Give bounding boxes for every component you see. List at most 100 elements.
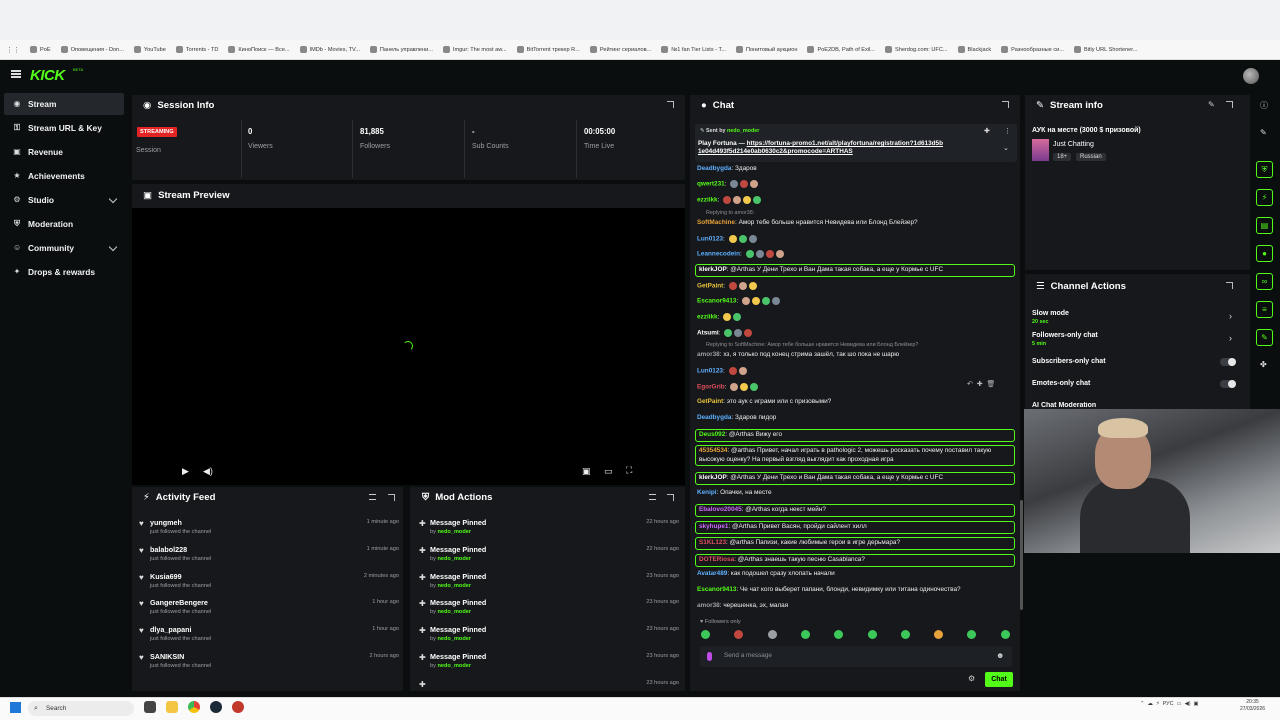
clipboard-icon[interactable]: ▤	[1256, 217, 1273, 234]
chat-message[interactable]: Lun0123:	[697, 235, 1015, 244]
chat-message[interactable]: SoftMachine: Амор тебе больше нравится Н…	[697, 219, 1015, 228]
task-view-icon[interactable]	[144, 701, 156, 713]
theater-icon[interactable]: ▭	[604, 466, 613, 477]
bookmark-item[interactable]: Панель управлени...	[369, 46, 433, 53]
follower-name[interactable]: yungmeh	[150, 518, 182, 527]
chat-message[interactable]: Atsumi:	[697, 329, 1015, 338]
more-icon[interactable]: ⋮	[1004, 127, 1011, 135]
chat-username[interactable]: GetPaint	[697, 398, 723, 405]
avatar[interactable]	[1243, 68, 1259, 84]
chat-scrollbar[interactable]	[1020, 500, 1023, 610]
chat-username[interactable]: amor38	[697, 351, 720, 358]
pin-icon[interactable]: ✚	[984, 127, 990, 135]
follower-name[interactable]: balabol228	[150, 545, 187, 554]
pinned-message[interactable]: ✎ Sent by nedo_moder Play Fortuna — http…	[695, 124, 1017, 162]
bookmark-item[interactable]: Imgur: The most aw...	[442, 46, 507, 53]
chat-message[interactable]: klerkJOP: @Arthas У Дени Трехо и Ван Дам…	[695, 472, 1015, 485]
bookmark-item[interactable]: КиноПоиск — Все...	[228, 46, 290, 53]
chevron-right-icon[interactable]: ›	[1229, 311, 1232, 321]
chat-message[interactable]: Deus092: @Arthas Вижу его	[695, 429, 1015, 442]
bookmark-item[interactable]: №1 fan Tier Lists - T...	[661, 46, 726, 53]
chat-username[interactable]: Deadbygda	[697, 414, 731, 421]
chat-input[interactable]: Send a message ☻	[700, 646, 1012, 667]
popout-icon[interactable]	[667, 101, 674, 108]
file-explorer-icon[interactable]	[166, 701, 178, 713]
fullscreen-icon[interactable]: ⛶	[626, 465, 632, 476]
emoji-icon[interactable]: ☻	[996, 651, 1004, 660]
volume-icon[interactable]: ◀)	[203, 466, 213, 477]
send-chat-button[interactable]: Chat	[985, 672, 1013, 687]
pip-icon[interactable]: ▣	[582, 466, 591, 477]
chat-username[interactable]: ezziikk	[697, 197, 718, 204]
chat-username[interactable]: qwert231	[697, 181, 725, 188]
sidebar-item-revenue[interactable]: ▣ Revenue	[4, 141, 124, 163]
chat-message[interactable]: Lun0123:	[697, 367, 1015, 376]
chevron-right-icon[interactable]: ›	[1229, 333, 1232, 343]
quick-emote-icon[interactable]	[1000, 630, 1010, 639]
chat-message[interactable]: Escanor9413:	[697, 297, 1015, 306]
bookmark-item[interactable]: Torrents - TD	[175, 46, 218, 53]
sidebar-item-moderation[interactable]: ⛨ Moderation	[4, 213, 124, 235]
reply-reference[interactable]: Replying to amor38:	[706, 210, 754, 216]
chat-message[interactable]: amor38: черешенка, эх, малая	[697, 602, 1015, 611]
reply-reference[interactable]: Replying to SoftMachine: Амор тебе больш…	[706, 342, 918, 348]
chat-username[interactable]: 45354534	[699, 447, 727, 454]
chat-message[interactable]: ezziikk:	[697, 313, 1015, 322]
bookmark-item[interactable]: Bitly URL Shortener...	[1073, 46, 1138, 53]
chat-username[interactable]: Lun0123	[697, 236, 723, 243]
chat-username[interactable]: Avatar489	[697, 570, 727, 577]
chat-username[interactable]: Ebalovo20045	[699, 506, 742, 513]
chat-username[interactable]: Escanor9413	[697, 586, 736, 593]
chat-username[interactable]: ezziikk	[697, 314, 718, 321]
chat-username[interactable]: Kenipi	[697, 489, 717, 496]
follower-name[interactable]: Kusia699	[150, 572, 182, 581]
bookmark-item[interactable]: Разнообразные си...	[1001, 46, 1064, 53]
chat-message[interactable]: qwert231:	[697, 180, 1015, 189]
wrench-icon[interactable]: ✎	[1256, 329, 1273, 346]
taskbar-search[interactable]: ⌕ Search	[28, 701, 134, 716]
category-thumbnail[interactable]	[1032, 139, 1049, 161]
follower-name[interactable]: GangereBengere	[150, 598, 208, 607]
bookmark-item[interactable]: Оповещения - Don...	[60, 46, 124, 53]
follower-name[interactable]: SANIKSIN	[150, 652, 184, 661]
bookmark-item[interactable]: YouTube	[133, 46, 166, 53]
sidebar-item-studio[interactable]: ⚙ Studio	[4, 189, 124, 211]
chat-username[interactable]: Deadbygda	[697, 165, 731, 172]
windows-start-icon[interactable]	[10, 702, 21, 713]
emotes-only-toggle[interactable]	[1220, 380, 1236, 388]
chat-message[interactable]: Kenipi: Опачки, на месте	[697, 489, 1015, 498]
chat-username[interactable]: Atsumi	[697, 330, 719, 337]
sidebar-item-community[interactable]: ☺ Community	[4, 237, 124, 259]
quick-emote-icon[interactable]	[767, 630, 777, 639]
quick-emote-icon[interactable]	[867, 630, 877, 639]
bookmark-item[interactable]: Blackjack	[957, 46, 991, 53]
chat-message[interactable]: Deadbygda: Здаров	[697, 165, 1015, 174]
chat-message[interactable]: DOTERiosa: @Arthas знаешь такую песню Ca…	[695, 554, 1015, 567]
popout-icon[interactable]	[1226, 101, 1233, 108]
play-icon[interactable]: ▶	[182, 466, 189, 477]
chat-message[interactable]: amor38: хз, я только под конец стрима за…	[697, 351, 1015, 360]
chat-username[interactable]: EgorGrib	[697, 384, 725, 391]
shield-icon[interactable]: ⛨	[1256, 161, 1273, 178]
quick-emote-icon[interactable]	[800, 630, 810, 639]
bolt-icon[interactable]: ⚡	[1256, 189, 1273, 206]
chat-message[interactable]: klerkJOP: @Arthas У Дени Трехо и Ван Дам…	[695, 264, 1015, 277]
chat-username[interactable]: GetPaint	[697, 283, 723, 290]
chat-username[interactable]: Escanor9413	[697, 298, 736, 305]
bookmark-item[interactable]: PoE	[30, 46, 51, 53]
follower-name[interactable]: dlya_papani	[150, 625, 192, 634]
bookmark-item[interactable]: Рейтинг сериалов...	[589, 46, 651, 53]
menu-icon[interactable]	[11, 70, 21, 78]
filter-icon[interactable]	[649, 494, 656, 500]
chat-username[interactable]: klerkJOP	[699, 474, 727, 481]
chevron-down-icon[interactable]: ⌄	[1003, 144, 1009, 152]
bookmark-item[interactable]: Понитовый аукцион	[736, 46, 797, 53]
sidebar-item-stream[interactable]: ◉ Stream	[4, 93, 124, 115]
category-name[interactable]: Just Chatting	[1053, 141, 1094, 148]
chat-message[interactable]: Escanor9413: Че чат кого выберет папани,…	[697, 586, 1015, 595]
chat-message[interactable]: Leannecodein:	[697, 250, 1015, 259]
apps-icon[interactable]: ✤	[1260, 360, 1267, 369]
chat-username[interactable]: Leannecodein	[697, 251, 740, 258]
popout-icon[interactable]	[388, 494, 395, 501]
chrome-icon[interactable]	[188, 701, 200, 713]
